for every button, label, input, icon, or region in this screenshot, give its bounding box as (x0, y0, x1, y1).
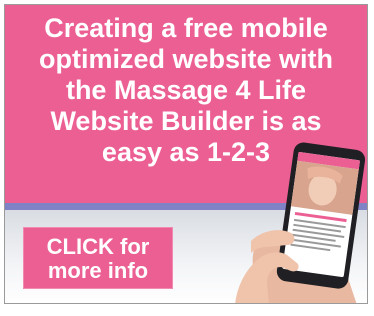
click-for-more-info-button[interactable]: CLICK for more info (23, 227, 173, 289)
ad-banner[interactable]: Creating a free mobile optimized website… (4, 4, 368, 304)
cta-label-line: more info (47, 258, 149, 283)
cta-label-line: CLICK for (46, 234, 150, 259)
